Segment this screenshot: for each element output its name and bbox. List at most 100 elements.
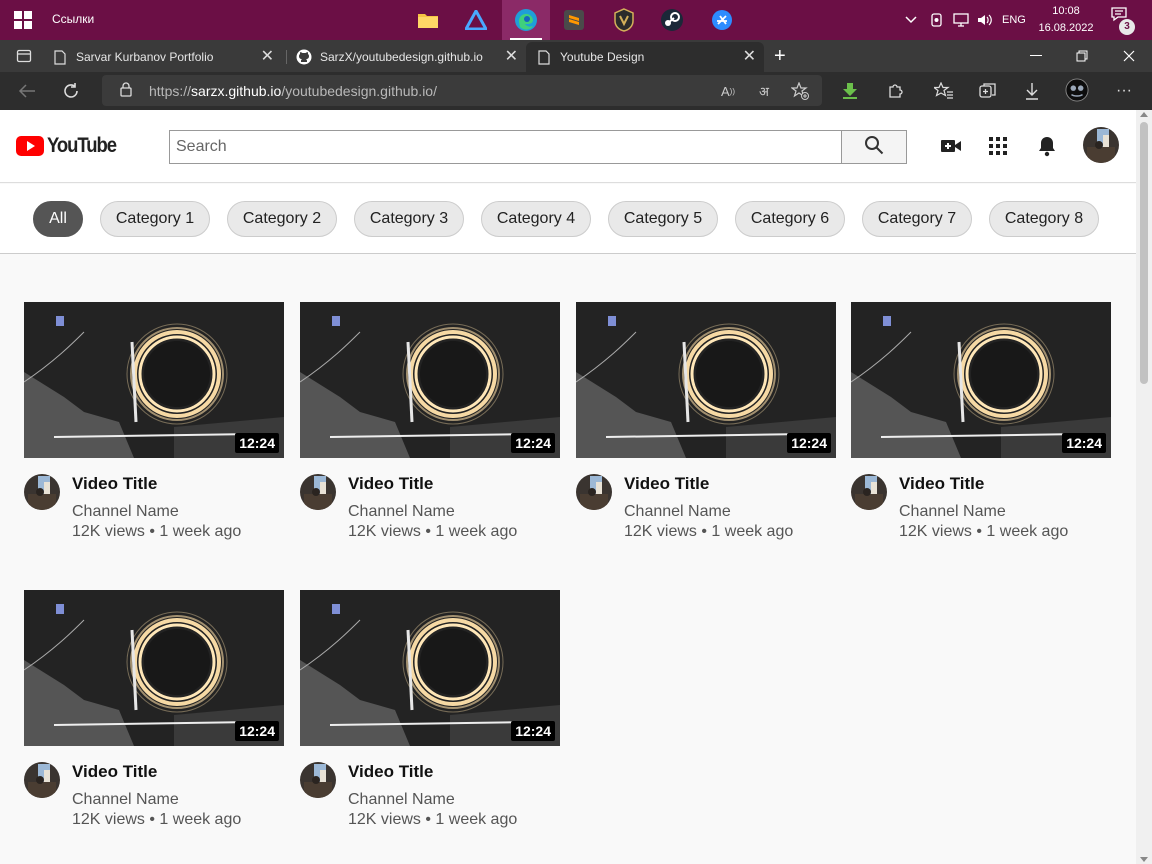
file-explorer-icon[interactable] bbox=[404, 0, 452, 40]
channel-avatar[interactable] bbox=[24, 474, 60, 510]
taskbar-clock[interactable]: 10:08 16.08.2022 bbox=[1036, 3, 1096, 37]
tray-language[interactable]: ENG bbox=[1002, 0, 1026, 40]
app-store-icon[interactable] bbox=[698, 0, 746, 40]
lock-icon[interactable] bbox=[120, 82, 132, 100]
channel-name[interactable]: Channel Name bbox=[348, 503, 455, 521]
chip-all[interactable]: All bbox=[33, 201, 83, 237]
video-camera-add-icon[interactable] bbox=[939, 134, 963, 158]
search-input[interactable] bbox=[170, 131, 841, 163]
close-window-icon[interactable] bbox=[1106, 40, 1152, 72]
video-card[interactable]: 12:24 Video Title Channel Name 12K views • … bbox=[24, 302, 284, 552]
video-title[interactable]: Video Title bbox=[624, 474, 709, 494]
scroll-down-arrow-icon[interactable] bbox=[1140, 857, 1148, 862]
video-title[interactable]: Video Title bbox=[348, 474, 433, 494]
apps-grid-icon[interactable] bbox=[986, 134, 1010, 158]
collections-icon[interactable] bbox=[976, 79, 1000, 103]
channel-avatar[interactable] bbox=[24, 762, 60, 798]
channel-name[interactable]: Channel Name bbox=[899, 503, 1006, 521]
address-url[interactable]: https://sarzx.github.io/youtubedesign.gi… bbox=[149, 83, 437, 99]
sublime-text-icon[interactable] bbox=[550, 0, 598, 40]
tab-portfolio[interactable]: Sarvar Kurbanov Portfolio ✕ bbox=[52, 42, 282, 72]
video-meta: 12K views • 1 week ago bbox=[348, 811, 518, 828]
video-duration: 12:24 bbox=[235, 721, 279, 741]
close-tab-icon[interactable]: ✕ bbox=[743, 48, 756, 66]
video-card[interactable]: 12:24 Video Title Channel Name 12K views • … bbox=[300, 590, 560, 840]
search-button[interactable] bbox=[841, 130, 907, 164]
tab-actions-icon[interactable] bbox=[16, 48, 32, 69]
chip-category-4[interactable]: Category 4 bbox=[481, 201, 591, 237]
video-title[interactable]: Video Title bbox=[348, 762, 433, 782]
video-title[interactable]: Video Title bbox=[72, 474, 157, 494]
channel-avatar[interactable] bbox=[300, 762, 336, 798]
minimize-window-icon[interactable] bbox=[1013, 40, 1059, 72]
scroll-up-arrow-icon[interactable] bbox=[1140, 112, 1148, 117]
video-duration: 12:24 bbox=[787, 433, 831, 453]
translate-icon[interactable]: अ bbox=[754, 81, 774, 101]
video-thumbnail[interactable]: 12:24 bbox=[300, 302, 560, 458]
chip-category-2[interactable]: Category 2 bbox=[227, 201, 337, 237]
channel-avatar[interactable] bbox=[851, 474, 887, 510]
azure-data-studio-icon[interactable] bbox=[452, 0, 500, 40]
search-icon bbox=[864, 135, 884, 160]
tab-github[interactable]: SarzX/youtubedesign.github.io ✕ bbox=[290, 42, 524, 72]
video-thumbnail[interactable]: 12:24 bbox=[300, 590, 560, 746]
restore-window-icon[interactable] bbox=[1059, 40, 1105, 72]
downloads-arrow-icon[interactable] bbox=[1020, 79, 1044, 103]
youtube-logo[interactable]: YouTube bbox=[16, 134, 125, 158]
profile-avatar-icon[interactable] bbox=[1065, 78, 1089, 102]
close-tab-icon[interactable]: ✕ bbox=[505, 48, 518, 66]
tray-meet-icon[interactable] bbox=[929, 0, 945, 40]
add-favorite-star-icon[interactable] bbox=[790, 81, 810, 101]
tab-youtube-design[interactable]: Youtube Design ✕ bbox=[526, 42, 764, 72]
windows-start-icon[interactable] bbox=[14, 11, 32, 29]
channel-name[interactable]: Channel Name bbox=[72, 791, 179, 809]
extensions-puzzle-icon[interactable] bbox=[884, 79, 908, 103]
refresh-icon[interactable] bbox=[56, 77, 86, 105]
chip-category-7[interactable]: Category 7 bbox=[862, 201, 972, 237]
chip-category-6[interactable]: Category 6 bbox=[735, 201, 845, 237]
edge-browser-icon[interactable] bbox=[502, 0, 550, 40]
video-thumbnail[interactable]: 12:24 bbox=[576, 302, 836, 458]
channel-avatar[interactable] bbox=[300, 474, 336, 510]
tray-volume-icon[interactable] bbox=[976, 0, 994, 40]
video-card[interactable]: 12:24 Video Title Channel Name 12K views • … bbox=[300, 302, 560, 552]
github-icon bbox=[296, 49, 312, 65]
page-scrollbar[interactable] bbox=[1136, 110, 1152, 864]
channel-name[interactable]: Channel Name bbox=[72, 503, 179, 521]
new-tab-plus-icon[interactable]: + bbox=[774, 46, 786, 66]
close-tab-icon[interactable]: ✕ bbox=[261, 48, 274, 66]
chip-category-5[interactable]: Category 5 bbox=[608, 201, 718, 237]
steam-icon[interactable] bbox=[648, 0, 696, 40]
tab-separator bbox=[286, 50, 287, 64]
video-card[interactable]: 12:24 Video Title Channel Name 12K views • … bbox=[576, 302, 836, 552]
download-extension-icon[interactable] bbox=[838, 79, 862, 103]
more-options-icon[interactable]: ··· bbox=[1112, 79, 1136, 103]
video-meta: 12K views • 1 week ago bbox=[899, 523, 1069, 540]
notifications-bell-icon[interactable] bbox=[1035, 134, 1059, 158]
back-arrow-icon[interactable] bbox=[12, 77, 42, 105]
tray-network-icon[interactable] bbox=[952, 0, 970, 40]
video-title[interactable]: Video Title bbox=[72, 762, 157, 782]
video-card[interactable]: 12:24 Video Title Channel Name 12K views • … bbox=[851, 302, 1111, 552]
favorites-icon[interactable] bbox=[932, 79, 956, 103]
chip-category-8[interactable]: Category 8 bbox=[989, 201, 1099, 237]
scroll-thumb[interactable] bbox=[1140, 122, 1148, 384]
video-thumbnail[interactable]: 12:24 bbox=[24, 590, 284, 746]
taskbar-links-label[interactable]: Ссылки bbox=[52, 12, 94, 26]
channel-name[interactable]: Channel Name bbox=[624, 503, 731, 521]
valorant-game-icon[interactable] bbox=[600, 0, 648, 40]
video-card[interactable]: 12:24 Video Title Channel Name 12K views • … bbox=[24, 590, 284, 840]
video-thumbnail[interactable]: 12:24 bbox=[24, 302, 284, 458]
tray-chevron-up-icon[interactable] bbox=[904, 0, 918, 40]
video-title[interactable]: Video Title bbox=[899, 474, 984, 494]
address-bar[interactable]: https://sarzx.github.io/youtubedesign.gi… bbox=[102, 75, 822, 106]
channel-avatar[interactable] bbox=[576, 474, 612, 510]
read-aloud-icon[interactable]: A)) bbox=[718, 81, 738, 101]
chip-category-3[interactable]: Category 3 bbox=[354, 201, 464, 237]
channel-name[interactable]: Channel Name bbox=[348, 791, 455, 809]
browser-toolbar: https://sarzx.github.io/youtubedesign.gi… bbox=[0, 72, 1152, 110]
video-thumbnail[interactable]: 12:24 bbox=[851, 302, 1111, 458]
chip-category-1[interactable]: Category 1 bbox=[100, 201, 210, 237]
user-avatar[interactable] bbox=[1083, 127, 1119, 163]
taskbar-time: 10:08 bbox=[1052, 5, 1080, 17]
